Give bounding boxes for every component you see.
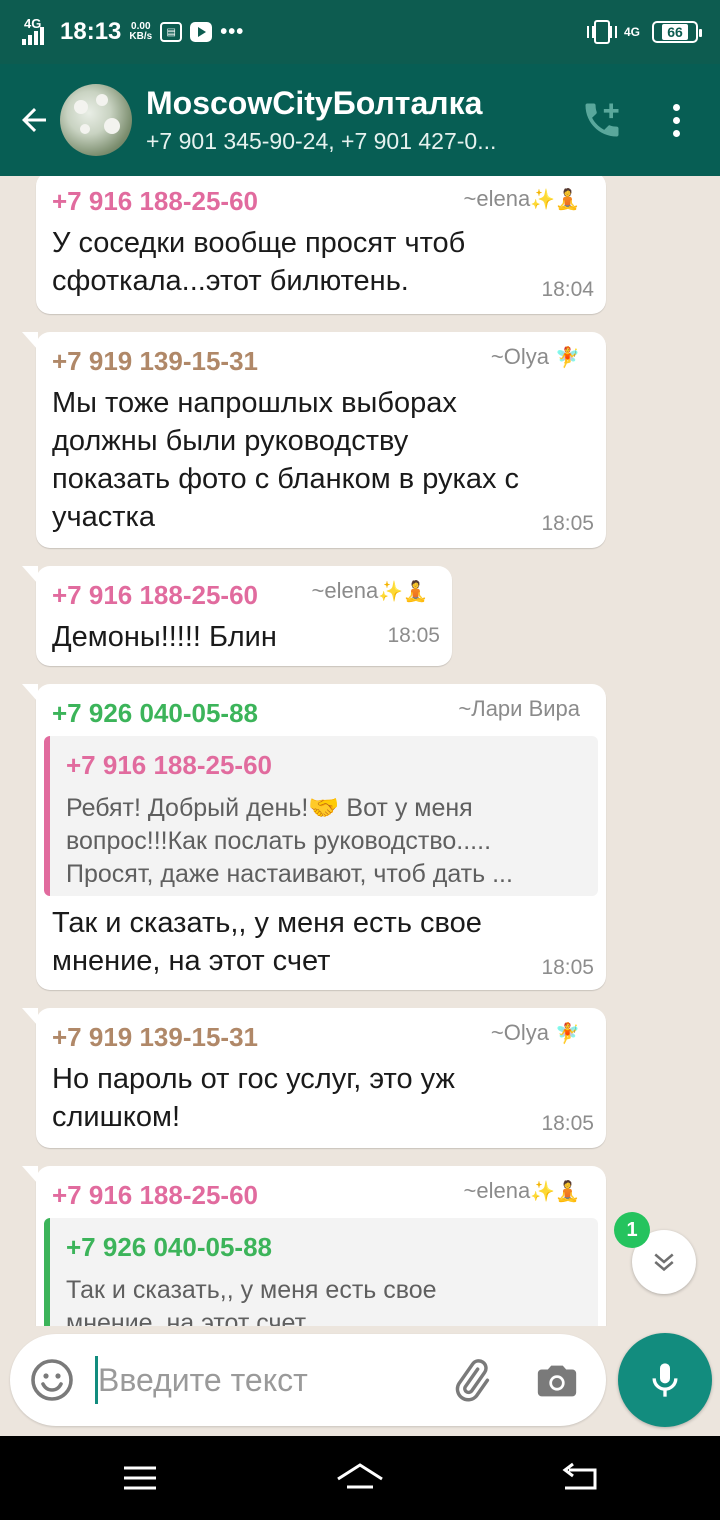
- alias-name: ~elena: [311, 578, 379, 603]
- quoted-sender: +7 916 188-25-60: [66, 750, 273, 780]
- message-bubble[interactable]: +7 916 188-25-60 ~elena✨🧘 У соседки вооб…: [36, 176, 606, 314]
- message-alias: ~elena✨🧘: [464, 1178, 581, 1204]
- message-alias: ~elena✨🧘: [464, 186, 581, 212]
- quoted-line: Просят, даже настаивают, чтоб дать ...: [66, 860, 513, 888]
- message-sender[interactable]: +7 919 139-15-31: [52, 346, 258, 377]
- chat-title-area[interactable]: MoscowCityБолталка +7 901 345-90-24, +7 …: [146, 85, 572, 155]
- nav-menu-icon[interactable]: [110, 1456, 170, 1500]
- group-avatar[interactable]: [60, 84, 132, 156]
- quoted-line: мнение, на этот счет: [66, 1309, 307, 1326]
- alias-name: ~Olya: [490, 1020, 549, 1045]
- message-alias: ~elena✨🧘: [312, 578, 429, 604]
- bubble-tail: [22, 332, 38, 350]
- emoji-icon[interactable]: [28, 1356, 76, 1404]
- message-sender[interactable]: +7 919 139-15-31: [52, 1022, 258, 1053]
- group-members: +7 901 345-90-24, +7 901 427-0...: [146, 128, 497, 154]
- alias-name: ~elena: [463, 1178, 531, 1203]
- network-type-right: 4G: [623, 24, 640, 39]
- clock: 18:13: [60, 18, 122, 45]
- attach-icon[interactable]: [448, 1358, 494, 1404]
- message-bubble[interactable]: +7 926 040-05-88 ~Лари Вира +7 916 188-2…: [22, 684, 606, 990]
- quoted-text: Так и сказать,, у меня есть свое мнение,…: [66, 1274, 586, 1326]
- message-time: 18:05: [541, 512, 594, 535]
- message-text: Мы тоже напрошлых выборах должны были ру…: [52, 387, 520, 533]
- vibrate-icon: [586, 20, 617, 44]
- signal-icon: 4G: [22, 17, 52, 45]
- message-bubble[interactable]: +7 916 188-25-60 ~elena✨🧘 Демоны!!!!! Бл…: [22, 566, 452, 666]
- add-call-icon[interactable]: [572, 90, 632, 150]
- alias-emoji: 🧚: [555, 347, 580, 369]
- nav-back-icon[interactable]: [550, 1456, 610, 1500]
- mic-icon: [652, 1363, 678, 1397]
- quoted-line: Ребят! Добрый день!🤝 Вот у меня: [66, 794, 473, 822]
- chevron-down-icon: [654, 1253, 674, 1272]
- chat-header: MoscowCityБолталка +7 901 345-90-24, +7 …: [0, 64, 720, 176]
- bubble-tail: [22, 1166, 38, 1184]
- bubble-tail: [22, 1008, 38, 1026]
- camera-icon[interactable]: [534, 1358, 582, 1404]
- message-composer: [10, 1334, 606, 1426]
- network-speed: 0.00 KB/s: [129, 22, 152, 42]
- message-bubble[interactable]: +7 919 139-15-31 ~Olya 🧚 Но пароль от го…: [22, 1008, 606, 1148]
- notification-icon: ▤: [160, 22, 183, 42]
- message-text: Так и сказать,, у меня есть свое мнение,…: [52, 907, 482, 977]
- message-bubble[interactable]: +7 916 188-25-60 ~elena✨🧘 +7 926 040-05-…: [22, 1166, 606, 1326]
- message-time: 18:05: [541, 1112, 594, 1135]
- menu-icon[interactable]: [656, 90, 696, 150]
- quoted-text: Ребят! Добрый день!🤝 Вот у меня вопрос!!…: [66, 792, 586, 891]
- speed-unit: KB/s: [129, 31, 153, 42]
- alias-emoji: ✨🧘: [530, 189, 580, 211]
- nav-home-icon[interactable]: [330, 1456, 390, 1500]
- quoted-message[interactable]: +7 916 188-25-60 Ребят! Добрый день!🤝 Во…: [44, 736, 598, 896]
- message-time: 18:05: [387, 624, 440, 647]
- back-arrow-icon[interactable]: [8, 64, 60, 176]
- alias-name: ~Olya: [490, 344, 549, 369]
- unread-count-badge: 1: [614, 1212, 650, 1248]
- message-bubble[interactable]: +7 919 139-15-31 ~Olya 🧚 Мы тоже напрошл…: [22, 332, 606, 548]
- alias-emoji: 🧚: [555, 1023, 580, 1045]
- status-bar: 4G 18:13 0.00 KB/s ▤ ••• 4G 66: [0, 0, 720, 64]
- message-time: 18:05: [541, 956, 594, 979]
- message-input[interactable]: [98, 1350, 428, 1410]
- message-text: У соседки вообще просят чтоб сфоткала...…: [52, 227, 466, 297]
- quoted-line: Так и сказать,, у меня есть свое: [66, 1276, 437, 1304]
- alias-emoji: ✨🧘: [378, 581, 428, 603]
- bubble-tail: [22, 684, 38, 702]
- message-alias: ~Olya 🧚: [491, 1020, 580, 1046]
- quoted-message[interactable]: +7 926 040-05-88 Так и сказать,, у меня …: [44, 1218, 598, 1326]
- message-list[interactable]: +7 916 188-25-60 ~elena✨🧘 У соседки вооб…: [0, 176, 720, 1326]
- message-text: Демоны!!!!! Блин: [52, 621, 277, 653]
- battery-level: 66: [662, 24, 688, 40]
- system-nav-bar: [0, 1436, 720, 1520]
- message-alias: ~Olya 🧚: [491, 344, 580, 370]
- youtube-icon: [190, 22, 213, 42]
- bubble-tail: [22, 566, 38, 584]
- more-notifications: •••: [220, 20, 245, 43]
- message-alias: ~Лари Вира: [458, 696, 580, 721]
- message-sender[interactable]: +7 926 040-05-88: [52, 698, 258, 729]
- message-time: 18:04: [541, 278, 594, 301]
- message-text: Но пароль от гос услуг, это уж слишком!: [52, 1063, 455, 1133]
- group-name: MoscowCityБолталка: [146, 85, 483, 121]
- alias-name: ~elena: [463, 186, 531, 211]
- quoted-sender: +7 926 040-05-88: [66, 1232, 273, 1262]
- message-sender[interactable]: +7 916 188-25-60: [52, 580, 258, 611]
- message-sender[interactable]: +7 916 188-25-60: [52, 186, 258, 217]
- mic-button[interactable]: [618, 1333, 712, 1427]
- alias-emoji: ✨🧘: [530, 1181, 580, 1203]
- message-sender[interactable]: +7 916 188-25-60: [52, 1180, 258, 1211]
- quoted-line: вопрос!!!Как послать руководство.....: [66, 827, 492, 855]
- battery-icon: 66: [652, 21, 702, 43]
